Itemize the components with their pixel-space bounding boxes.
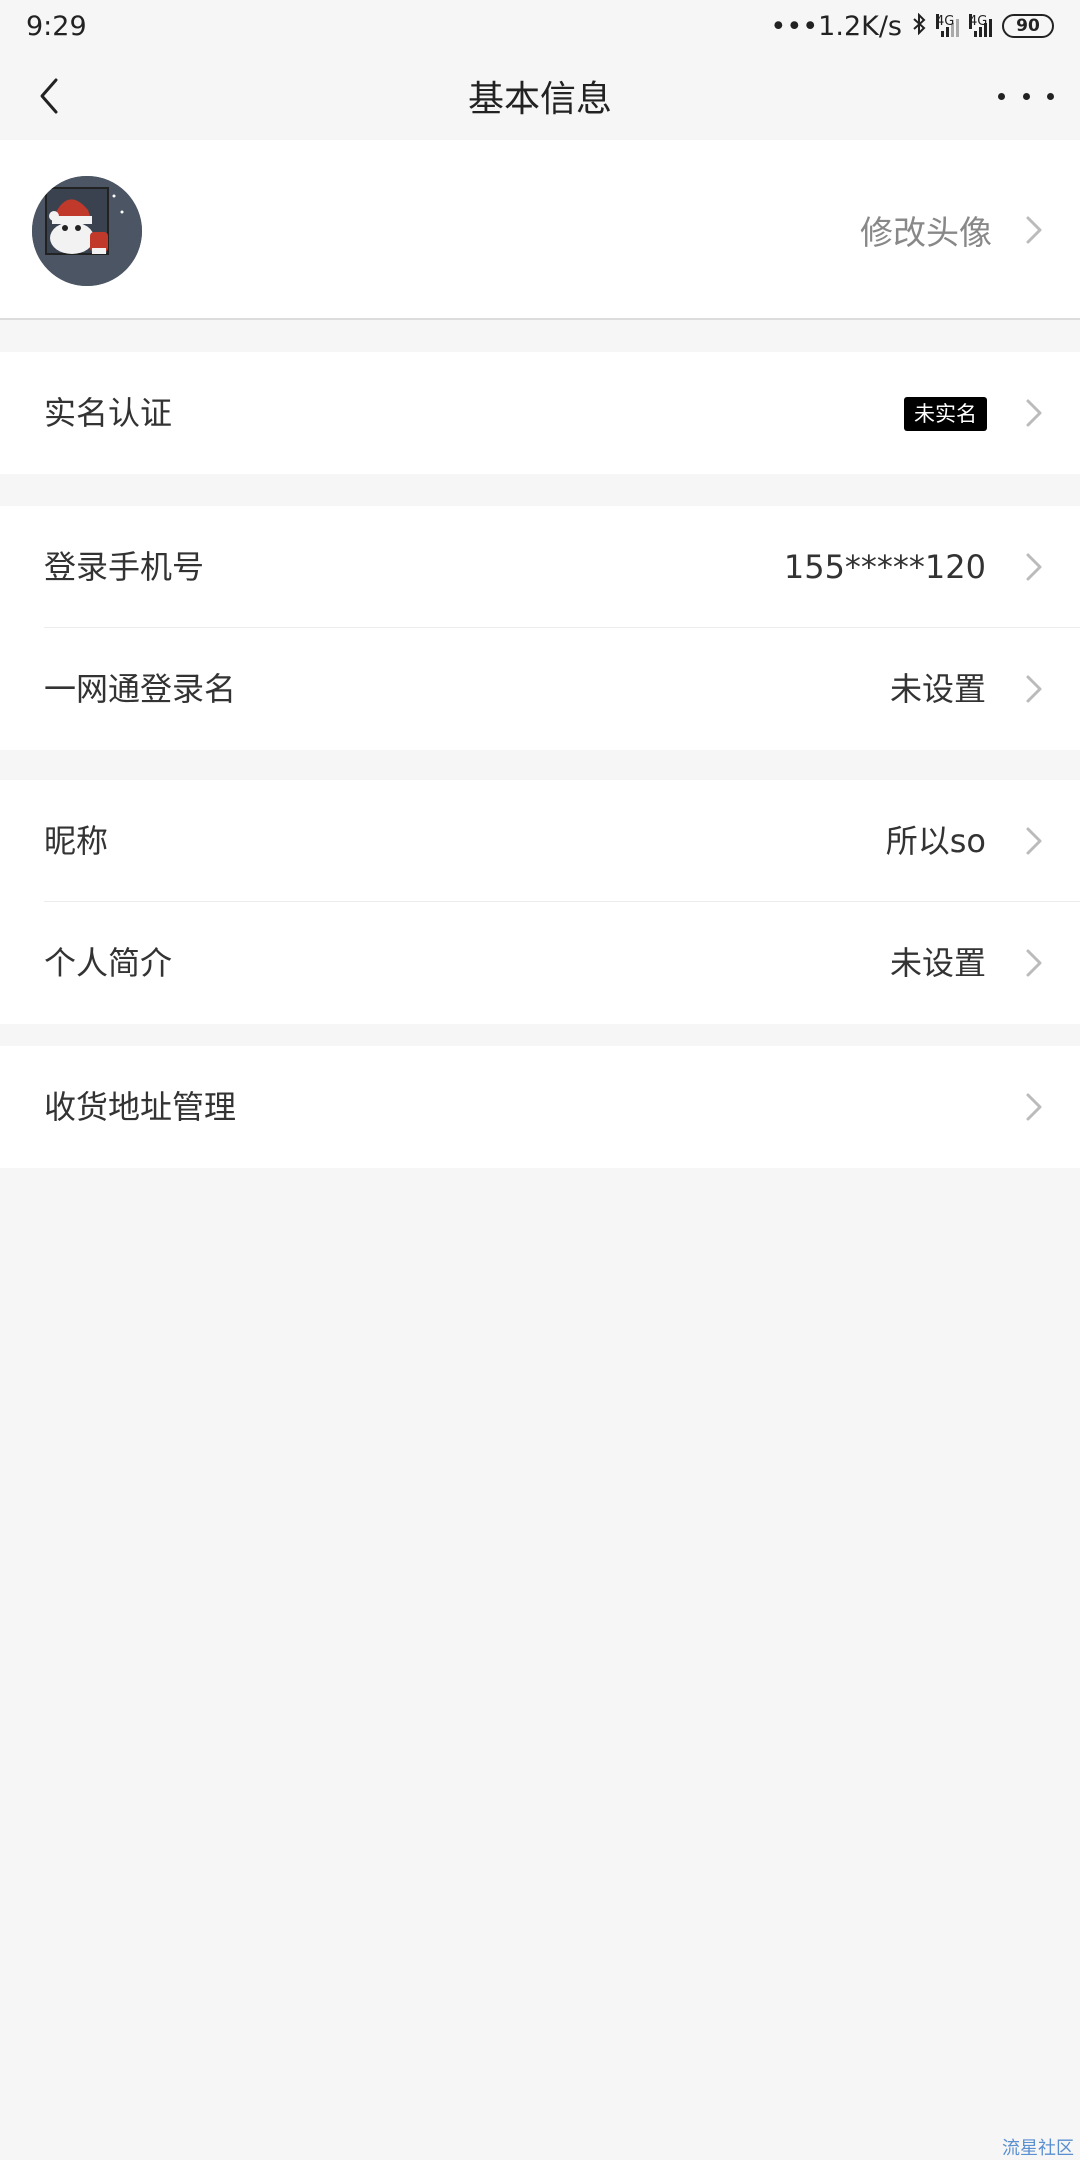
login-name-label: 一网通登录名 [44, 670, 237, 708]
avatar-row[interactable]: 修改头像 [0, 140, 1080, 320]
real-name-verification-row[interactable]: 实名认证 未实名 [0, 352, 1080, 474]
change-avatar-label: 修改头像 [860, 213, 992, 252]
signal-sim2-icon: 4G [969, 14, 992, 37]
nav-bar: 基本信息 [0, 52, 1080, 140]
network-speed: •••1.2K/s [770, 10, 902, 42]
page-title: 基本信息 [467, 79, 612, 120]
login-name-row[interactable]: 一网通登录名 未设置 [0, 628, 1080, 750]
chevron-right-icon [1026, 553, 1042, 581]
chevron-right-icon [1026, 949, 1042, 977]
login-name-value: 未设置 [889, 670, 986, 708]
status-indicators: •••1.2K/s 4G 4G 90 [770, 11, 1054, 42]
chevron-left-icon [40, 78, 58, 114]
bio-row[interactable]: 个人简介 未设置 [0, 902, 1080, 1024]
bio-label: 个人简介 [44, 944, 173, 982]
back-button[interactable] [28, 74, 72, 118]
phone-value: 155*****120 [783, 548, 986, 586]
account-section: 登录手机号 155*****120 一网通登录名 未设置 [0, 506, 1080, 750]
address-section: 收货地址管理 [0, 1046, 1080, 1168]
status-time: 9:29 [26, 10, 87, 42]
more-options-button[interactable] [998, 80, 1054, 112]
profile-section: 昵称 所以so 个人简介 未设置 [0, 780, 1080, 1024]
phone-label: 登录手机号 [44, 548, 205, 586]
nickname-value: 所以so [885, 822, 986, 860]
status-bar: 9:29 •••1.2K/s 4G 4G 90 [0, 0, 1080, 52]
verification-section: 实名认证 未实名 [0, 352, 1080, 474]
chevron-right-icon [1026, 827, 1042, 855]
address-label: 收货地址管理 [44, 1088, 237, 1126]
signal-sim1-icon: 4G [936, 14, 959, 37]
login-phone-row[interactable]: 登录手机号 155*****120 [0, 506, 1080, 628]
chevron-right-icon [1026, 1093, 1042, 1121]
chevron-right-icon [1026, 399, 1042, 427]
nickname-row[interactable]: 昵称 所以so [0, 780, 1080, 902]
bio-value: 未设置 [889, 944, 986, 982]
verification-label: 实名认证 [44, 394, 173, 432]
santa-avatar-icon [32, 176, 142, 286]
chevron-right-icon [1026, 216, 1042, 244]
more-dots-icon [998, 92, 1005, 100]
battery-icon: 90 [1002, 14, 1054, 38]
status-badge: 未实名 [904, 397, 987, 431]
watermark: 流星社区 [1002, 2138, 1074, 2159]
avatar [32, 176, 142, 286]
nickname-label: 昵称 [44, 822, 109, 860]
chevron-right-icon [1026, 675, 1042, 703]
bluetooth-icon [912, 11, 926, 42]
address-management-row[interactable]: 收货地址管理 [0, 1046, 1080, 1168]
